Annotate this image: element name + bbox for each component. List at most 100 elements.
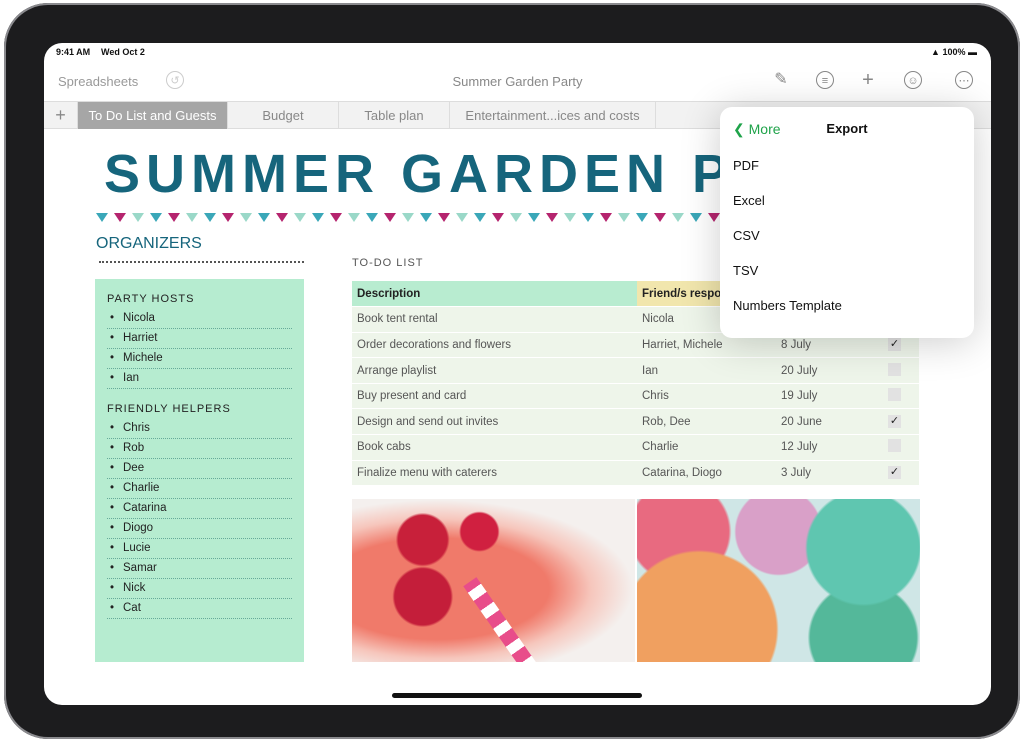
bunting-flag bbox=[618, 213, 630, 222]
raspberry-drink-photo bbox=[352, 499, 635, 662]
balloons-photo bbox=[637, 499, 920, 662]
bunting-flag bbox=[600, 213, 612, 222]
export-option[interactable]: Excel bbox=[733, 193, 765, 208]
bunting-flag bbox=[690, 213, 702, 222]
export-popover: ❮ More Export PDF Excel CSV TSV Numbers Temp… bbox=[720, 107, 974, 338]
organizer-name: Nicola bbox=[107, 309, 292, 329]
tab-entertainment[interactable]: Entertainment...ices and costs bbox=[450, 102, 656, 129]
task-date[interactable]: 20 June bbox=[776, 408, 870, 436]
bunting-flag bbox=[96, 213, 108, 222]
organizer-name: Nick bbox=[107, 579, 292, 599]
organizer-name: Rob bbox=[107, 439, 292, 459]
tab-budget[interactable]: Budget bbox=[228, 102, 339, 129]
task-description[interactable]: Buy present and card bbox=[352, 383, 637, 410]
task-description[interactable]: Book tent rental bbox=[352, 306, 637, 333]
organizer-name: Harriet bbox=[107, 329, 292, 349]
export-option[interactable]: TSV bbox=[733, 263, 758, 278]
bunting-flag bbox=[222, 213, 234, 222]
bunting-flag bbox=[258, 213, 270, 222]
task-date[interactable]: 19 July bbox=[776, 383, 870, 410]
table-row[interactable]: Buy present and card Chris 19 July bbox=[352, 383, 919, 410]
task-friend[interactable]: Rob, Dee bbox=[637, 408, 776, 436]
tab-table-plan[interactable]: Table plan bbox=[339, 102, 450, 129]
table-row[interactable]: Finalize menu with caterers Catarina, Di… bbox=[352, 460, 919, 487]
bunting-flag bbox=[402, 213, 414, 222]
bunting-flag bbox=[294, 213, 306, 222]
done-checkbox[interactable] bbox=[888, 362, 901, 376]
section-heading: PARTY HOSTS bbox=[107, 293, 195, 305]
done-checkbox[interactable] bbox=[888, 388, 901, 402]
organizer-name: Michele bbox=[107, 349, 292, 369]
bunting-flag bbox=[240, 213, 252, 222]
bunting-flag bbox=[204, 213, 216, 222]
bunting-flag bbox=[348, 213, 360, 222]
bunting-flag bbox=[492, 213, 504, 222]
export-option[interactable]: CSV bbox=[733, 228, 760, 243]
collaborate-icon[interactable]: ☺ bbox=[904, 71, 922, 89]
bunting-flag bbox=[330, 213, 342, 222]
organizers-panel: PARTY HOSTS NicolaHarrietMicheleIan FRIE… bbox=[95, 279, 304, 662]
bunting-flag bbox=[636, 213, 648, 222]
bunting-flag bbox=[510, 213, 522, 222]
status-time: 9:41 AM bbox=[56, 47, 91, 57]
tab-to-do-list[interactable]: To Do List and Guests bbox=[78, 102, 228, 129]
organizer-name: Charlie bbox=[107, 479, 292, 499]
bunting-flag bbox=[654, 213, 666, 222]
plus-icon[interactable]: + bbox=[857, 69, 879, 91]
bunting-flag bbox=[114, 213, 126, 222]
home-indicator[interactable] bbox=[392, 693, 642, 698]
bunting-flag bbox=[672, 213, 684, 222]
export-option[interactable]: Numbers Template bbox=[733, 298, 842, 313]
paintbrush-icon[interactable]: ✎ bbox=[770, 69, 792, 91]
todo-heading: TO-DO LIST bbox=[352, 257, 424, 269]
task-description[interactable]: Finalize menu with caterers bbox=[352, 460, 637, 487]
bunting-flag bbox=[528, 213, 540, 222]
done-checkbox[interactable]: ✓ bbox=[888, 415, 901, 429]
table-row[interactable]: Arrange playlist Ian 20 July bbox=[352, 357, 919, 384]
bunting-flag bbox=[132, 213, 144, 222]
ipad-frame: 9:41 AM Wed Oct 2 ▲ 100% ▬ Spreadsheets … bbox=[4, 3, 1020, 739]
task-description[interactable]: Arrange playlist bbox=[352, 357, 637, 384]
more-icon[interactable]: ⋯ bbox=[955, 71, 973, 89]
export-option[interactable]: PDF bbox=[733, 158, 759, 173]
column-header[interactable]: Description bbox=[352, 281, 637, 308]
battery-level: 100% bbox=[942, 47, 966, 57]
organizer-name: Cat bbox=[107, 599, 292, 619]
bunting-decoration bbox=[96, 213, 738, 223]
divider bbox=[99, 261, 304, 263]
task-friend[interactable]: Catarina, Diogo bbox=[637, 460, 776, 487]
document-title: Summer Garden Party bbox=[452, 74, 583, 89]
task-description[interactable]: Book cabs bbox=[352, 434, 637, 461]
filter-icon[interactable]: ≡ bbox=[816, 71, 834, 89]
done-checkbox[interactable] bbox=[888, 439, 901, 453]
bunting-flag bbox=[420, 213, 432, 222]
task-friend[interactable]: Ian bbox=[637, 357, 776, 384]
table-row[interactable]: Design and send out invites Rob, Dee 20 … bbox=[352, 408, 919, 436]
bunting-flag bbox=[366, 213, 378, 222]
bunting-flag bbox=[708, 213, 720, 222]
organizer-name: Lucie bbox=[107, 539, 292, 559]
bunting-flag bbox=[150, 213, 162, 222]
task-description[interactable]: Order decorations and flowers bbox=[352, 332, 637, 359]
done-checkbox[interactable]: ✓ bbox=[888, 466, 901, 480]
task-date[interactable]: 12 July bbox=[776, 434, 870, 461]
task-friend[interactable]: Chris bbox=[637, 383, 776, 410]
bunting-flag bbox=[474, 213, 486, 222]
organizers-heading: ORGANIZERS bbox=[96, 235, 202, 252]
bunting-flag bbox=[186, 213, 198, 222]
table-row[interactable]: Book cabs Charlie 12 July bbox=[352, 434, 919, 461]
task-date[interactable]: 20 July bbox=[776, 357, 870, 384]
bunting-flag bbox=[546, 213, 558, 222]
bunting-flag bbox=[276, 213, 288, 222]
organizer-name: Ian bbox=[107, 369, 292, 389]
organizer-name: Dee bbox=[107, 459, 292, 479]
task-date[interactable]: 3 July bbox=[776, 460, 870, 487]
status-date: Wed Oct 2 bbox=[101, 47, 145, 57]
done-checkbox[interactable]: ✓ bbox=[888, 338, 901, 352]
bunting-flag bbox=[456, 213, 468, 222]
bunting-flag bbox=[438, 213, 450, 222]
add-sheet-button[interactable]: + bbox=[44, 102, 78, 129]
task-description[interactable]: Design and send out invites bbox=[352, 408, 637, 436]
task-friend[interactable]: Charlie bbox=[637, 434, 776, 461]
bunting-flag bbox=[582, 213, 594, 222]
